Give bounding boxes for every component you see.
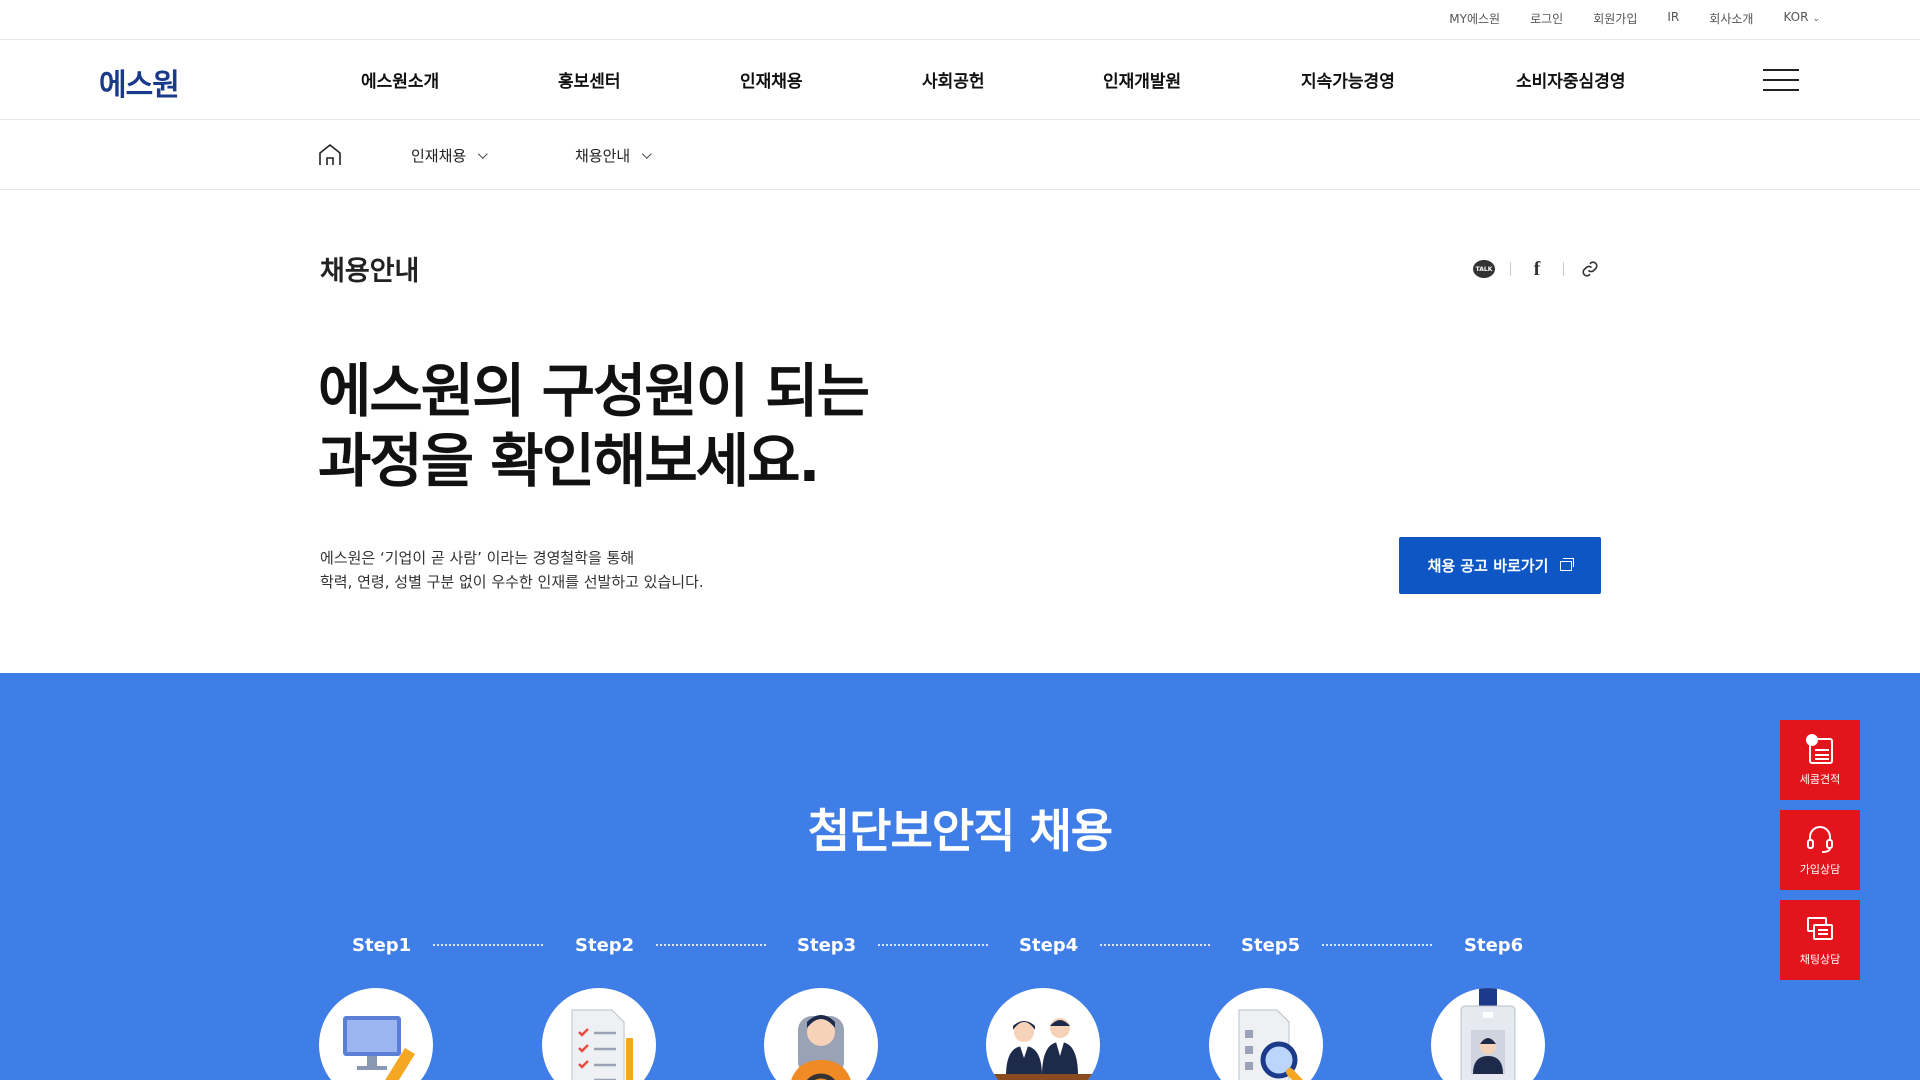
step-connector	[656, 944, 766, 946]
chevron-down-icon	[642, 149, 652, 159]
new-window-icon	[1560, 557, 1575, 571]
facebook-share-button[interactable]: f	[1523, 256, 1551, 282]
kakaotalk-icon: TALK	[1473, 260, 1495, 278]
secom-quote-button[interactable]: 세콤견적	[1780, 720, 1860, 800]
calculator-icon	[1806, 734, 1833, 764]
step-label: Step2	[575, 935, 635, 956]
job-posting-label: 채용 공고 바로가기	[1427, 557, 1549, 575]
nav-item-recruit[interactable]: 인재채용	[740, 67, 803, 92]
driver-icon	[791, 1015, 851, 1080]
desc-line2: 학력, 연령, 성별 구분 없이 우수한 인재를 선발하고 있습니다.	[320, 573, 704, 591]
chat-consult-label: 채팅상담	[1799, 953, 1841, 966]
document-checklist-icon	[571, 1009, 633, 1080]
intro-description: 에스원은 ‘기업이 곧 사람’ 이라는 경영철학을 통해 학력, 연령, 성별 …	[320, 546, 704, 594]
breadcrumb-depth1-label: 인재채용	[411, 147, 467, 165]
chevron-down-icon	[478, 149, 488, 159]
company-link[interactable]: 회사소개	[1709, 10, 1753, 27]
step-label: Step3	[797, 935, 857, 956]
step-connector	[1322, 944, 1432, 946]
step1-circle	[319, 988, 433, 1080]
ir-link[interactable]: IR	[1667, 10, 1679, 27]
hamburger-menu-icon[interactable]	[1763, 69, 1799, 93]
facebook-icon: f	[1533, 257, 1541, 280]
signup-link[interactable]: 회원가입	[1593, 10, 1637, 27]
breadcrumb: 인재채용 채용안내	[0, 120, 1920, 190]
step-label: Step5	[1241, 935, 1301, 956]
nav-item-academy[interactable]: 인재개발원	[1103, 67, 1181, 92]
main-nav: 에스원소개 홍보센터 인재채용 사회공헌 인재개발원 지속가능경영 소비자중심경…	[0, 67, 1920, 97]
share-buttons: TALK f	[1470, 256, 1604, 282]
signup-consult-label: 가입상담	[1799, 863, 1841, 876]
copy-link-button[interactable]	[1576, 256, 1604, 282]
step-connector	[878, 944, 988, 946]
nav-item-about[interactable]: 에스원소개	[361, 67, 439, 92]
headset-icon	[1807, 826, 1833, 853]
interview-icon	[994, 1018, 1092, 1080]
page-title: 채용안내	[320, 256, 420, 287]
login-link[interactable]: 로그인	[1530, 10, 1563, 27]
nav-item-pr[interactable]: 홍보센터	[558, 67, 621, 92]
id-badge-icon	[1460, 988, 1516, 1080]
headline: 에스원의 구성원이 되는 과정을 확인해보세요.	[318, 356, 870, 496]
utility-bar: MY에스원 로그인 회원가입 IR 회사소개 KOR ⌄	[0, 0, 1920, 40]
secom-quote-label: 세콤견적	[1799, 773, 1841, 786]
recruit-process-section: 첨단보안직 채용 Step1 Step2 Step3 Step4 Step5 S…	[0, 673, 1920, 1080]
step5-circle	[1209, 988, 1323, 1080]
breadcrumb-depth2-label: 채용안내	[575, 147, 631, 165]
link-icon	[1582, 261, 1598, 277]
nav-item-csr[interactable]: 사회공헌	[922, 67, 985, 92]
nav-item-sustainability[interactable]: 지속가능경영	[1301, 67, 1395, 92]
section-title: 첨단보안직 채용	[807, 804, 1113, 858]
chat-icon	[1807, 917, 1833, 940]
home-icon[interactable]	[318, 143, 342, 167]
step6-circle	[1431, 988, 1545, 1080]
headline-line1: 에스원의 구성원이 되는	[318, 357, 870, 425]
divider	[1563, 262, 1564, 276]
job-posting-button[interactable]: 채용 공고 바로가기	[1399, 537, 1601, 594]
language-label: KOR	[1783, 10, 1809, 24]
main-header: 에스원 에스원소개 홍보센터 인재채용 사회공헌 인재개발원 지속가능경영 소비…	[0, 40, 1920, 120]
divider	[1510, 262, 1511, 276]
my-s1-link[interactable]: MY에스원	[1449, 10, 1500, 27]
document-search-icon	[1238, 1009, 1303, 1080]
headline-line2: 과정을 확인해보세요.	[318, 427, 820, 495]
step-connector	[433, 944, 543, 946]
step-label: Step6	[1464, 935, 1524, 956]
step2-circle	[542, 988, 656, 1080]
breadcrumb-depth1[interactable]: 인재채용	[411, 145, 488, 166]
chevron-down-icon: ⌄	[1812, 14, 1820, 24]
signup-consult-button[interactable]: 가입상담	[1780, 810, 1860, 890]
chat-consult-button[interactable]: 채팅상담	[1780, 900, 1860, 980]
nav-item-ccm[interactable]: 소비자중심경영	[1516, 67, 1625, 92]
language-select[interactable]: KOR ⌄	[1783, 10, 1820, 27]
step3-circle	[764, 988, 878, 1080]
computer-pencil-icon	[343, 1016, 415, 1080]
step4-circle	[986, 988, 1100, 1080]
step-label: Step1	[352, 935, 412, 956]
step-connector	[1100, 944, 1210, 946]
desc-line1: 에스원은 ‘기업이 곧 사람’ 이라는 경영철학을 통해	[320, 549, 635, 567]
kakaotalk-share-button[interactable]: TALK	[1470, 256, 1498, 282]
step-label: Step4	[1019, 935, 1079, 956]
utility-links: MY에스원 로그인 회원가입 IR 회사소개 KOR ⌄	[1449, 10, 1820, 27]
breadcrumb-depth2[interactable]: 채용안내	[575, 145, 652, 166]
